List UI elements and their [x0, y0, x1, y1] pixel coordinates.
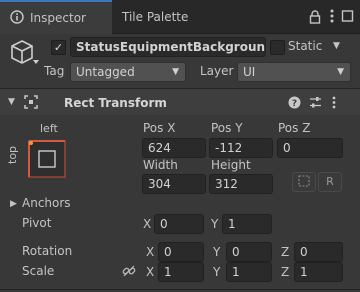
- raw-edit-button[interactable]: R: [318, 172, 342, 192]
- gameobject-cube-icon[interactable]: [8, 38, 40, 71]
- divider: [0, 289, 360, 290]
- rotation-x-field[interactable]: 0: [158, 242, 204, 262]
- component-menu-icon[interactable]: [331, 95, 337, 113]
- anchor-preset-button[interactable]: [28, 140, 66, 181]
- link-icon[interactable]: [122, 264, 136, 281]
- rotation-x-label[interactable]: X: [146, 245, 154, 259]
- blueprint-mode-button[interactable]: [292, 172, 316, 192]
- pos-x-field[interactable]: 624: [142, 138, 206, 158]
- pos-y-label: Pos Y: [211, 121, 243, 135]
- scale-y-field[interactable]: 1: [226, 262, 272, 282]
- foldout-expanded-icon[interactable]: ▼: [8, 97, 15, 107]
- pivot-label: Pivot: [22, 216, 52, 230]
- pivot-x-label[interactable]: X: [143, 217, 151, 231]
- tag-dropdown[interactable]: Untagged ▼: [70, 62, 186, 82]
- anchors-foldout-label[interactable]: Anchors: [22, 196, 71, 210]
- tab-inspector[interactable]: Inspector: [0, 0, 112, 34]
- pos-y-field[interactable]: -112: [209, 138, 273, 158]
- presets-icon[interactable]: [309, 96, 322, 112]
- gameobject-name-input[interactable]: StatusEquipmentBackground: [70, 37, 266, 57]
- foldout-collapsed-icon[interactable]: ▶: [10, 199, 17, 209]
- rect-transform-icon: [24, 95, 38, 112]
- active-checkbox[interactable]: ✓: [51, 40, 66, 55]
- width-field[interactable]: 304: [142, 174, 206, 194]
- tab-tile-palette-label: Tile Palette: [122, 10, 189, 24]
- pivot-y-label[interactable]: Y: [211, 217, 218, 231]
- chevron-down-icon: ▼: [172, 67, 179, 77]
- scale-x-field[interactable]: 1: [158, 262, 204, 282]
- anchor-vertical-label: top: [6, 145, 19, 164]
- svg-text:?: ?: [292, 99, 297, 109]
- rotation-y-field[interactable]: 0: [226, 242, 272, 262]
- tag-label: Tag: [44, 64, 65, 78]
- static-dropdown-arrow-icon[interactable]: ▼: [333, 41, 340, 51]
- rotation-label: Rotation: [22, 244, 73, 258]
- scale-z-field[interactable]: 1: [294, 262, 343, 282]
- info-icon: [10, 9, 24, 27]
- lock-icon[interactable]: [309, 10, 321, 27]
- scale-y-label[interactable]: Y: [213, 265, 220, 279]
- pos-z-label: Pos Z: [278, 121, 311, 135]
- rotation-z-label[interactable]: Z: [281, 245, 289, 259]
- pivot-x-field[interactable]: 0: [154, 214, 204, 234]
- maximize-icon[interactable]: [341, 8, 355, 27]
- static-checkbox[interactable]: [270, 40, 285, 55]
- height-label: Height: [211, 158, 251, 172]
- tab-menu-icon[interactable]: [329, 8, 335, 27]
- scale-z-label[interactable]: Z: [281, 265, 289, 279]
- help-icon[interactable]: ?: [288, 96, 301, 112]
- tab-inspector-label: Inspector: [30, 11, 86, 25]
- dotted-rect-icon: [298, 174, 310, 190]
- anchor-horizontal-label: left: [40, 122, 58, 135]
- scale-label: Scale: [22, 264, 55, 278]
- rect-transform-header[interactable]: [0, 89, 360, 115]
- width-label: Width: [143, 158, 178, 172]
- height-field[interactable]: 312: [209, 174, 273, 194]
- pos-x-label: Pos X: [143, 121, 176, 135]
- pivot-y-field[interactable]: 1: [222, 214, 272, 234]
- static-label: Static: [288, 39, 323, 53]
- layer-value: UI: [243, 65, 256, 79]
- rotation-z-field[interactable]: 0: [294, 242, 343, 262]
- chevron-down-icon: ▼: [337, 67, 344, 77]
- rotation-y-label[interactable]: Y: [213, 245, 220, 259]
- tab-tile-palette[interactable]: Tile Palette: [112, 0, 212, 34]
- component-title: Rect Transform: [64, 96, 167, 110]
- tag-value: Untagged: [76, 65, 135, 79]
- pos-z-field[interactable]: 0: [277, 138, 343, 158]
- layer-dropdown[interactable]: UI ▼: [237, 62, 351, 82]
- layer-label: Layer: [200, 64, 234, 78]
- scale-x-label[interactable]: X: [146, 265, 154, 279]
